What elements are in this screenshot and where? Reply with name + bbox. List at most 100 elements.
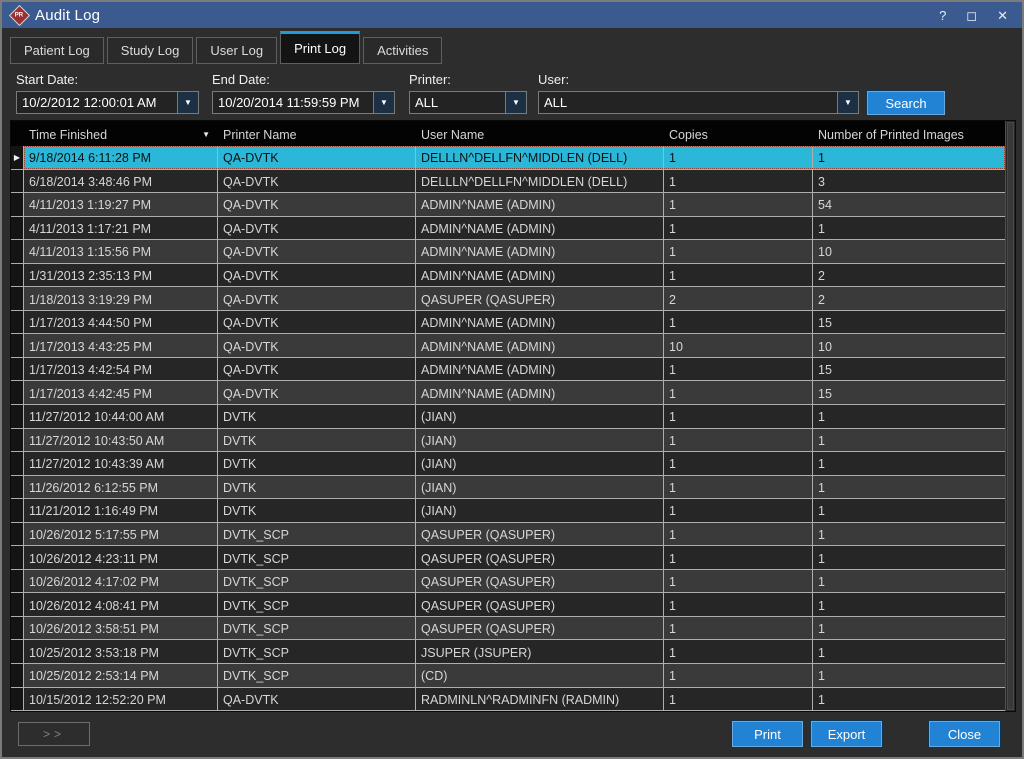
table-row[interactable]: 1/17/2013 4:42:45 PMQA-DVTKADMIN^NAME (A…	[11, 381, 1005, 405]
table-cell: 1	[813, 640, 1005, 663]
table-cell: DVTK_SCP	[218, 570, 416, 593]
tab-study-log[interactable]: Study Log	[107, 37, 194, 64]
table-cell: 6/18/2014 3:48:46 PM	[24, 170, 218, 193]
row-gutter	[11, 358, 24, 381]
printer-select[interactable]: ALL ▼	[409, 91, 527, 114]
table-cell: (JIAN)	[416, 429, 664, 452]
table-row[interactable]: 10/26/2012 3:58:51 PMDVTK_SCPQASUPER (QA…	[11, 617, 1005, 641]
expand-button[interactable]: >>	[18, 722, 90, 746]
search-button[interactable]: Search	[867, 91, 945, 115]
user-select[interactable]: ALL ▼	[538, 91, 859, 114]
table-cell: 10/15/2012 12:52:20 PM	[24, 688, 218, 711]
column-header-number-of-printed-images[interactable]: Number of Printed Images	[813, 126, 1005, 142]
table-row[interactable]: 10/26/2012 4:08:41 PMDVTK_SCPQASUPER (QA…	[11, 593, 1005, 617]
table-row[interactable]: 1/31/2013 2:35:13 PMQA-DVTKADMIN^NAME (A…	[11, 264, 1005, 288]
close-icon[interactable]: ✕	[997, 9, 1008, 22]
table-cell: DVTK_SCP	[218, 664, 416, 687]
table-row[interactable]: 1/17/2013 4:42:54 PMQA-DVTKADMIN^NAME (A…	[11, 358, 1005, 382]
title-bar: PR Audit Log ? ◻ ✕	[2, 2, 1022, 28]
print-button[interactable]: Print	[732, 721, 803, 747]
row-gutter	[11, 546, 24, 569]
table-row[interactable]: 11/27/2012 10:43:39 AMDVTK(JIAN)11	[11, 452, 1005, 476]
row-gutter	[11, 476, 24, 499]
user-value[interactable]: ALL	[539, 92, 837, 113]
end-date-value[interactable]: 10/20/2014 11:59:59 PM	[213, 92, 373, 113]
table-row[interactable]: 10/26/2012 4:23:11 PMDVTK_SCPQASUPER (QA…	[11, 546, 1005, 570]
vertical-scrollbar[interactable]	[1005, 121, 1015, 711]
row-gutter	[11, 217, 24, 240]
end-date-picker[interactable]: 10/20/2014 11:59:59 PM ▼	[212, 91, 395, 114]
user-label: User:	[538, 72, 569, 87]
table-row[interactable]: 4/11/2013 1:15:56 PMQA-DVTKADMIN^NAME (A…	[11, 240, 1005, 264]
close-button[interactable]: Close	[929, 721, 1000, 747]
table-row[interactable]: 1/18/2013 3:19:29 PMQA-DVTKQASUPER (QASU…	[11, 287, 1005, 311]
table-row[interactable]: ▶9/18/2014 6:11:28 PMQA-DVTKDELLLN^DELLF…	[11, 146, 1005, 170]
table-row[interactable]: 11/27/2012 10:43:50 AMDVTK(JIAN)11	[11, 429, 1005, 453]
scrollbar-thumb[interactable]	[1007, 122, 1014, 710]
table-cell: 1	[664, 688, 813, 711]
table-cell: 11/27/2012 10:43:50 AM	[24, 429, 218, 452]
table-cell: DVTK	[218, 499, 416, 522]
table-row[interactable]: 10/26/2012 4:17:02 PMDVTK_SCPQASUPER (QA…	[11, 570, 1005, 594]
table-cell: 1	[664, 640, 813, 663]
start-date-value[interactable]: 10/2/2012 12:00:01 AM	[17, 92, 177, 113]
table-cell: 1	[813, 688, 1005, 711]
table-cell: 1	[813, 523, 1005, 546]
column-header-time-finished[interactable]: Time Finished▼	[24, 126, 218, 142]
table-cell: QASUPER (QASUPER)	[416, 617, 664, 640]
table-cell: 1	[813, 664, 1005, 687]
table-cell: QA-DVTK	[218, 193, 416, 216]
table-cell: QASUPER (QASUPER)	[416, 546, 664, 569]
table-cell: 10/25/2012 2:53:14 PM	[24, 664, 218, 687]
table-cell: 1	[664, 264, 813, 287]
app-icon: PR	[9, 4, 30, 25]
table-row[interactable]: 10/25/2012 3:53:18 PMDVTK_SCPJSUPER (JSU…	[11, 640, 1005, 664]
table-cell: DVTK_SCP	[218, 546, 416, 569]
table-cell: 1	[813, 593, 1005, 616]
table-cell: 1	[664, 240, 813, 263]
row-gutter	[11, 170, 24, 193]
table-row[interactable]: 10/25/2012 2:53:14 PMDVTK_SCP(CD)11	[11, 664, 1005, 688]
tab-activities[interactable]: Activities	[363, 37, 442, 64]
table-cell: ADMIN^NAME (ADMIN)	[416, 193, 664, 216]
table-cell: 11/26/2012 6:12:55 PM	[24, 476, 218, 499]
column-header-user-name[interactable]: User Name	[416, 126, 664, 142]
table-cell: DVTK_SCP	[218, 640, 416, 663]
table-cell: 1	[664, 358, 813, 381]
table-row[interactable]: 4/11/2013 1:19:27 PMQA-DVTKADMIN^NAME (A…	[11, 193, 1005, 217]
sort-descending-icon: ▼	[202, 130, 210, 139]
table-row[interactable]: 1/17/2013 4:43:25 PMQA-DVTKADMIN^NAME (A…	[11, 334, 1005, 358]
chevron-down-icon[interactable]: ▼	[373, 92, 394, 113]
table-row[interactable]: 10/15/2012 12:52:20 PMQA-DVTKRADMINLN^RA…	[11, 688, 1005, 711]
table-cell: DELLLN^DELLFN^MIDDLEN (DELL)	[416, 146, 664, 169]
chevron-down-icon[interactable]: ▼	[837, 92, 858, 113]
table-row[interactable]: 11/27/2012 10:44:00 AMDVTK(JIAN)11	[11, 405, 1005, 429]
maximize-icon[interactable]: ◻	[966, 9, 977, 22]
printer-label: Printer:	[409, 72, 451, 87]
table-cell: RADMINLN^RADMINFN (RADMIN)	[416, 688, 664, 711]
tab-print-log[interactable]: Print Log	[280, 31, 360, 64]
tab-user-log[interactable]: User Log	[196, 37, 277, 64]
table-cell: QASUPER (QASUPER)	[416, 523, 664, 546]
table-cell: DVTK	[218, 452, 416, 475]
column-header-printer-name[interactable]: Printer Name	[218, 126, 416, 142]
table-row[interactable]: 10/26/2012 5:17:55 PMDVTK_SCPQASUPER (QA…	[11, 523, 1005, 547]
table-row[interactable]: 11/26/2012 6:12:55 PMDVTK(JIAN)11	[11, 476, 1005, 500]
chevron-down-icon[interactable]: ▼	[505, 92, 526, 113]
row-gutter	[11, 640, 24, 663]
table-row[interactable]: 1/17/2013 4:44:50 PMQA-DVTKADMIN^NAME (A…	[11, 311, 1005, 335]
export-button[interactable]: Export	[811, 721, 882, 747]
table-cell: 1/17/2013 4:43:25 PM	[24, 334, 218, 357]
start-date-picker[interactable]: 10/2/2012 12:00:01 AM ▼	[16, 91, 199, 114]
table-cell: 1	[664, 311, 813, 334]
table-row[interactable]: 6/18/2014 3:48:46 PMQA-DVTKDELLLN^DELLFN…	[11, 170, 1005, 194]
table-cell: 1	[664, 570, 813, 593]
column-header-copies[interactable]: Copies	[664, 126, 813, 142]
tab-patient-log[interactable]: Patient Log	[10, 37, 104, 64]
table-row[interactable]: 4/11/2013 1:17:21 PMQA-DVTKADMIN^NAME (A…	[11, 217, 1005, 241]
chevron-down-icon[interactable]: ▼	[177, 92, 198, 113]
table-row[interactable]: 11/21/2012 1:16:49 PMDVTK(JIAN)11	[11, 499, 1005, 523]
printer-value[interactable]: ALL	[410, 92, 505, 113]
help-icon[interactable]: ?	[939, 9, 946, 22]
table-cell: 1	[813, 217, 1005, 240]
